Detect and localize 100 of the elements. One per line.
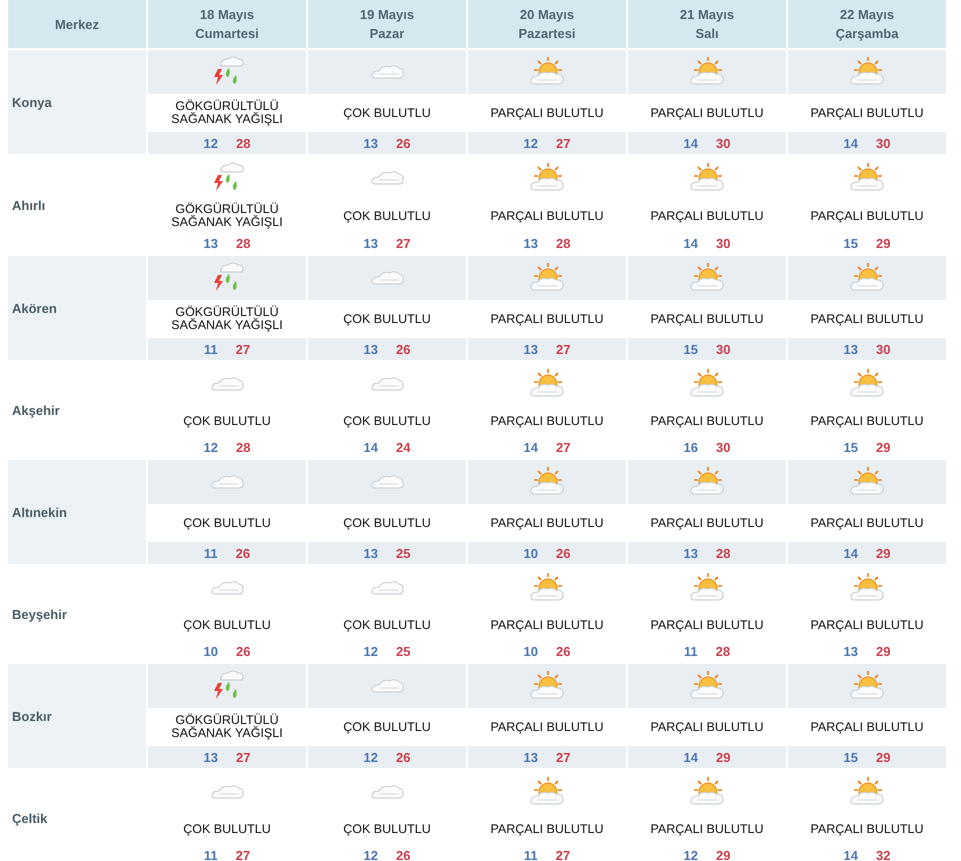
- high-temperature: 27: [556, 848, 570, 861]
- weather-condition: PARÇALI BULUTLU: [627, 504, 787, 542]
- low-temperature: 10: [204, 644, 218, 658]
- column-header: Merkez: [7, 0, 147, 49]
- cloud-icon: [209, 782, 245, 801]
- weather-condition: PARÇALI BULUTLU: [627, 300, 787, 338]
- weather-condition: PARÇALI BULUTLU: [627, 94, 787, 132]
- weather-condition: ÇOK BULUTLU: [307, 708, 467, 746]
- high-temperature: 30: [716, 236, 730, 250]
- high-temperature: 26: [396, 136, 410, 150]
- low-temperature: 13: [844, 342, 858, 356]
- high-temperature: 26: [236, 644, 250, 658]
- day-header: 21 Mayıs Salı: [627, 0, 787, 49]
- high-temperature: 27: [556, 440, 570, 454]
- weather-condition: PARÇALI BULUTLU: [787, 300, 947, 338]
- high-temperature: 26: [556, 644, 570, 658]
- day-header: 20 Mayıs Pazartesi: [467, 0, 627, 49]
- high-temperature: 27: [236, 750, 250, 764]
- low-temperature: 13: [204, 236, 218, 250]
- low-temperature: 11: [204, 546, 218, 560]
- weather-condition: PARÇALI BULUTLU: [787, 94, 947, 132]
- cloud-icon: [369, 374, 405, 393]
- weather-condition: ÇOK BULUTLU: [147, 504, 307, 542]
- cloud-icon: [369, 578, 405, 597]
- weather-condition: PARÇALI BULUTLU: [467, 300, 627, 338]
- high-temperature: 28: [716, 644, 730, 658]
- low-temperature: 14: [684, 136, 698, 150]
- city-name: Akören: [7, 255, 147, 361]
- low-temperature: 11: [204, 848, 218, 861]
- low-temperature: 13: [524, 342, 538, 356]
- high-temperature: 30: [876, 136, 890, 150]
- cloud-icon: [369, 782, 405, 801]
- low-temperature: 15: [684, 342, 698, 356]
- low-temperature: 15: [844, 440, 858, 454]
- high-temperature: 28: [236, 236, 250, 250]
- low-temperature: 12: [684, 848, 698, 861]
- weather-condition: ÇOK BULUTLU: [307, 94, 467, 132]
- low-temperature: 12: [364, 644, 378, 658]
- cloud-icon: [369, 62, 405, 81]
- day-header: 19 Mayıs Pazar: [307, 0, 467, 49]
- high-temperature: 27: [556, 750, 570, 764]
- low-temperature: 13: [204, 750, 218, 764]
- low-temperature: 13: [524, 750, 538, 764]
- low-temperature: 16: [684, 440, 698, 454]
- high-temperature: 28: [556, 236, 570, 250]
- high-temperature: 26: [396, 342, 410, 356]
- low-temperature: 15: [844, 236, 858, 250]
- weather-condition: PARÇALI BULUTLU: [467, 708, 627, 746]
- weather-condition: GÖKGÜRÜLTÜLÜ SAĞANAK YAĞIŞLI: [147, 300, 307, 338]
- high-temperature: 32: [876, 848, 890, 861]
- high-temperature: 28: [236, 136, 250, 150]
- weather-condition: PARÇALI BULUTLU: [787, 708, 947, 746]
- low-temperature: 14: [684, 750, 698, 764]
- weather-condition: ÇOK BULUTLU: [307, 300, 467, 338]
- low-temperature: 10: [524, 546, 538, 560]
- city-name: Konya: [7, 49, 147, 155]
- day-header: 22 Mayıs Çarşamba: [787, 0, 947, 49]
- high-temperature: 26: [236, 546, 250, 560]
- high-temperature: 25: [396, 644, 410, 658]
- cloud-icon: [209, 578, 245, 597]
- cloud-icon: [369, 168, 405, 187]
- low-temperature: 13: [684, 546, 698, 560]
- high-temperature: 30: [876, 342, 890, 356]
- high-temperature: 25: [396, 546, 410, 560]
- weather-condition: PARÇALI BULUTLU: [467, 504, 627, 542]
- cloud-icon: [369, 472, 405, 491]
- high-temperature: 28: [716, 546, 730, 560]
- city-name: Bozkır: [7, 663, 147, 769]
- low-temperature: 10: [524, 644, 538, 658]
- low-temperature: 13: [524, 236, 538, 250]
- high-temperature: 29: [876, 546, 890, 560]
- cloud-icon: [209, 374, 245, 393]
- high-temperature: 27: [556, 136, 570, 150]
- high-temperature: 29: [876, 236, 890, 250]
- high-temperature: 30: [716, 440, 730, 454]
- low-temperature: 12: [364, 750, 378, 764]
- low-temperature: 14: [844, 546, 858, 560]
- weather-condition: GÖKGÜRÜLTÜLÜ SAĞANAK YAĞIŞLI: [147, 708, 307, 746]
- high-temperature: 26: [396, 750, 410, 764]
- low-temperature: 11: [204, 342, 218, 356]
- weather-condition: GÖKGÜRÜLTÜLÜ SAĞANAK YAĞIŞLI: [147, 94, 307, 132]
- high-temperature: 26: [396, 848, 410, 861]
- low-temperature: 12: [204, 136, 218, 150]
- low-temperature: 11: [524, 848, 538, 861]
- high-temperature: 27: [556, 342, 570, 356]
- low-temperature: 11: [684, 644, 698, 658]
- low-temperature: 13: [364, 136, 378, 150]
- high-temperature: 29: [876, 644, 890, 658]
- low-temperature: 13: [364, 546, 378, 560]
- weather-condition: PARÇALI BULUTLU: [787, 504, 947, 542]
- cloud-icon: [369, 268, 405, 287]
- low-temperature: 14: [844, 136, 858, 150]
- high-temperature: 27: [396, 236, 410, 250]
- high-temperature: 29: [716, 848, 730, 861]
- weather-condition: ÇOK BULUTLU: [307, 504, 467, 542]
- high-temperature: 27: [236, 342, 250, 356]
- low-temperature: 14: [684, 236, 698, 250]
- high-temperature: 28: [236, 440, 250, 454]
- low-temperature: 12: [524, 136, 538, 150]
- low-temperature: 14: [364, 440, 378, 454]
